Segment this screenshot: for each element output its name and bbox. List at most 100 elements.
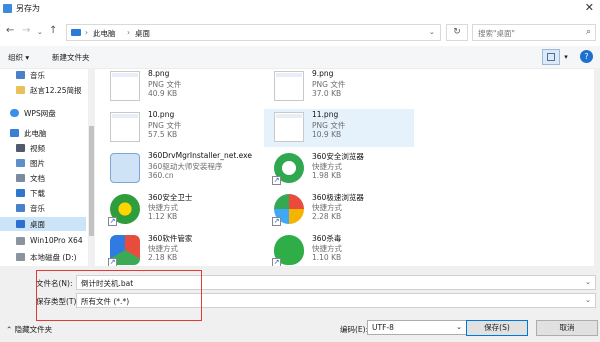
sidebar-item-videos[interactable]: 视频 bbox=[0, 141, 86, 155]
drive-icon bbox=[16, 253, 25, 261]
file-item[interactable]: 9.png PNG 文件 37.0 KB bbox=[264, 68, 414, 106]
file-item[interactable]: 11.png PNG 文件 10.9 KB bbox=[264, 109, 414, 147]
view-options-button[interactable] bbox=[542, 49, 560, 65]
shortcut-arrow-icon: ↗ bbox=[272, 217, 281, 226]
music-icon bbox=[16, 71, 25, 79]
hide-folders-toggle[interactable]: ⌃ 隐藏文件夹 bbox=[6, 324, 52, 335]
chevron-down-icon[interactable]: ⌄ bbox=[429, 28, 435, 36]
file-size: 1.98 KB bbox=[312, 171, 342, 180]
encoding-select[interactable]: UTF-8 ⌄ bbox=[367, 320, 467, 335]
sidebar-item-win10-drive[interactable]: Win10Pro X64 bbox=[0, 234, 86, 248]
file-list: 8.png PNG 文件 40.9 KB 9.png PNG 文件 37.0 K… bbox=[96, 68, 594, 266]
png-thumbnail-icon bbox=[274, 71, 304, 101]
sidebar-item-music[interactable]: 音乐 bbox=[0, 68, 86, 82]
refresh-button[interactable]: ↻ bbox=[446, 24, 468, 41]
software-manager-icon: ↗ bbox=[108, 235, 140, 266]
filetype-label: 保存类型(T): bbox=[36, 297, 79, 306]
save-button[interactable]: 保存(S) bbox=[466, 320, 528, 336]
file-item[interactable]: 10.png PNG 文件 57.5 KB bbox=[100, 109, 250, 147]
back-icon[interactable]: ← bbox=[6, 25, 14, 36]
title-bar: 另存为 ✕ bbox=[0, 0, 600, 17]
file-name: 9.png bbox=[312, 69, 334, 78]
chevron-down-icon[interactable]: ⌄ bbox=[585, 278, 591, 286]
sidebar-item-music[interactable]: 音乐 bbox=[0, 201, 86, 215]
file-item[interactable]: ↗ 360软件管家 快捷方式 2.18 KB bbox=[100, 232, 250, 266]
view-icon bbox=[547, 53, 555, 61]
forward-icon[interactable]: → bbox=[22, 25, 30, 36]
filename-input[interactable]: 倒计时关机.bat ⌄ bbox=[76, 275, 596, 290]
command-bar: 组织 ▾ 新建文件夹 ▾ ? bbox=[0, 46, 600, 69]
sidebar-scrollbar[interactable] bbox=[88, 68, 95, 266]
up-icon[interactable]: ↑ bbox=[49, 25, 57, 36]
sidebar-item-d-drive[interactable]: 本地磁盘 (D:) bbox=[0, 250, 86, 264]
filename-value: 倒计时关机.bat bbox=[81, 279, 134, 288]
png-thumbnail-icon bbox=[110, 112, 140, 142]
file-list-scrollbar[interactable] bbox=[594, 68, 600, 266]
sidebar-item-desktop[interactable]: 桌面 bbox=[0, 217, 86, 231]
file-item[interactable]: 360DrvMgrInstaller_net.exe 360驱动大师安装程序 3… bbox=[100, 150, 252, 188]
new-folder-button[interactable]: 新建文件夹 bbox=[52, 52, 90, 63]
computer-icon bbox=[10, 129, 19, 137]
help-icon[interactable]: ? bbox=[580, 50, 593, 63]
search-placeholder: 搜索"桌面" bbox=[478, 29, 515, 38]
sidebar-item-wps-cloud[interactable]: WPS网盘 bbox=[0, 106, 86, 120]
scrollbar-thumb[interactable] bbox=[89, 126, 94, 236]
sidebar-item-this-pc[interactable]: 此电脑 bbox=[0, 126, 86, 140]
video-icon bbox=[16, 144, 25, 152]
shortcut-arrow-icon: ↗ bbox=[108, 258, 117, 266]
file-name: 360DrvMgrInstaller_net.exe bbox=[148, 151, 252, 160]
file-name: 11.png bbox=[312, 110, 339, 119]
file-item[interactable]: ↗ 360杀毒 快捷方式 1.10 KB bbox=[264, 232, 414, 266]
file-size: 1.10 KB bbox=[312, 253, 342, 262]
png-thumbnail-icon bbox=[110, 71, 140, 101]
filename-label: 文件名(N): bbox=[36, 279, 73, 288]
file-size: 57.5 KB bbox=[148, 130, 178, 139]
document-icon bbox=[16, 174, 25, 182]
address-bar[interactable]: › 此电脑 › 桌面 ⌄ bbox=[66, 24, 441, 41]
image-icon bbox=[16, 159, 25, 167]
music-icon bbox=[16, 204, 25, 212]
computer-icon bbox=[71, 29, 81, 36]
shortcut-arrow-icon: ↗ bbox=[108, 217, 117, 226]
recent-locations-icon[interactable]: ⌄ bbox=[37, 28, 43, 36]
sidebar-item-label: 音乐 bbox=[30, 204, 45, 213]
shortcut-arrow-icon: ↗ bbox=[272, 258, 281, 266]
file-size: 2.28 KB bbox=[312, 212, 342, 221]
png-thumbnail-icon bbox=[274, 112, 304, 142]
cancel-button[interactable]: 取消 bbox=[536, 320, 598, 336]
filetype-select[interactable]: 所有文件 (*.*) ⌄ bbox=[76, 293, 596, 308]
save-as-icon bbox=[3, 4, 12, 13]
search-icon[interactable]: ⌕ bbox=[586, 27, 591, 37]
sidebar-item-downloads[interactable]: 下载 bbox=[0, 186, 86, 200]
file-item[interactable]: ↗ 360安全卫士 快捷方式 1.12 KB bbox=[100, 191, 250, 229]
file-item[interactable]: 8.png PNG 文件 40.9 KB bbox=[100, 68, 250, 106]
file-size: 40.9 KB bbox=[148, 89, 178, 98]
organize-button[interactable]: 组织 ▾ bbox=[8, 52, 29, 63]
chevron-down-icon[interactable]: ⌄ bbox=[585, 296, 591, 304]
search-input[interactable]: 搜索"桌面" ⌕ bbox=[472, 24, 596, 41]
filetype-value: 所有文件 (*.*) bbox=[81, 297, 130, 306]
shortcut-arrow-icon: ↗ bbox=[272, 176, 281, 185]
breadcrumb-desktop[interactable]: 桌面 bbox=[135, 28, 150, 39]
file-name: 8.png bbox=[148, 69, 170, 78]
sidebar-item-label: 音乐 bbox=[30, 71, 45, 80]
sidebar-item-pictures[interactable]: 图片 bbox=[0, 156, 86, 170]
sidebar-item-label: 图片 bbox=[30, 159, 45, 168]
file-item[interactable]: ↗ 360极速浏览器 快捷方式 2.28 KB bbox=[264, 191, 414, 229]
desktop-icon bbox=[16, 220, 25, 228]
breadcrumb-this-pc[interactable]: 此电脑 bbox=[93, 28, 116, 39]
speed-browser-icon: ↗ bbox=[272, 194, 304, 226]
close-icon[interactable]: ✕ bbox=[585, 1, 594, 14]
file-item[interactable]: ↗ 360安全浏览器 快捷方式 1.98 KB bbox=[264, 150, 414, 188]
download-icon bbox=[16, 189, 25, 197]
sidebar-item-documents[interactable]: 文档 bbox=[0, 171, 86, 185]
file-size: 37.0 KB bbox=[312, 89, 342, 98]
sidebar-item-label: 下载 bbox=[30, 189, 45, 198]
sidebar-item-folder[interactable]: 赵言12.25简报 bbox=[0, 83, 86, 97]
hide-folders-label: 隐藏文件夹 bbox=[14, 325, 53, 334]
encoding-label: 编码(E): bbox=[340, 325, 369, 334]
chevron-down-icon[interactable]: ▾ bbox=[561, 49, 571, 65]
file-name: 10.png bbox=[148, 110, 175, 119]
file-size: 360.cn bbox=[148, 171, 174, 180]
sidebar-item-label: Win10Pro X64 bbox=[30, 236, 83, 245]
